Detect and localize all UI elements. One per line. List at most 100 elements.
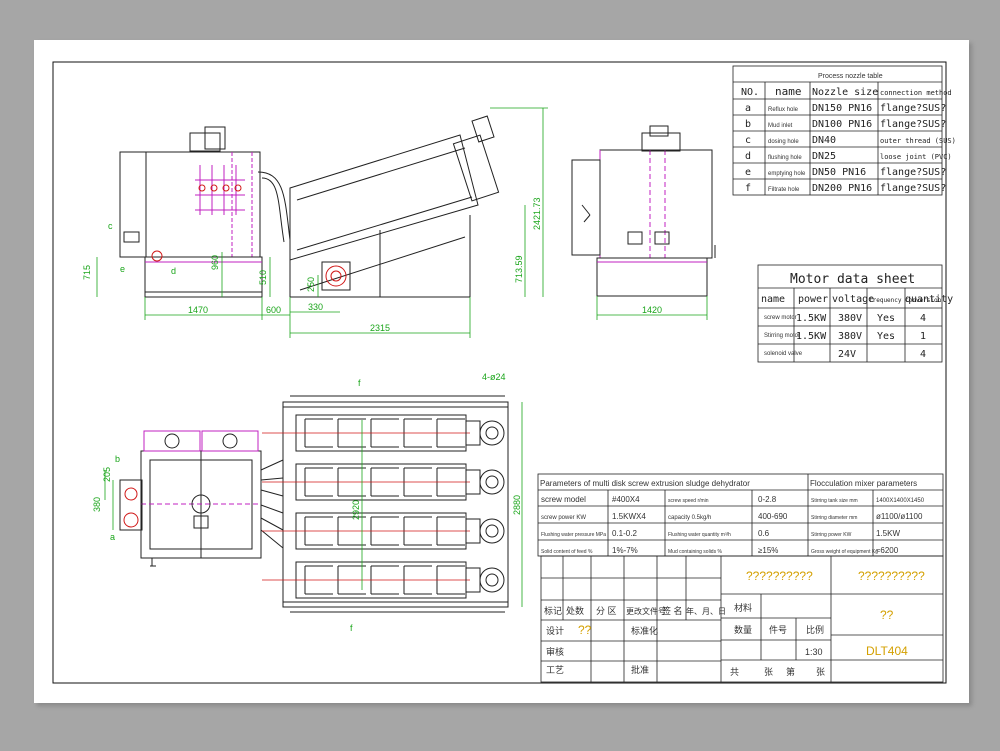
label-approve: 批准 xyxy=(631,664,649,675)
param-cell: 0.1-0.2 xyxy=(612,529,637,538)
screw-units xyxy=(262,414,505,599)
param-cell: ≈6200 xyxy=(876,546,899,555)
nozzle-row-connection: flange?SUS? xyxy=(880,103,946,114)
motor-row-name: screw motor xyxy=(764,315,797,321)
label-weight: 件号 xyxy=(769,624,787,635)
nozzle-header-3: connection method xyxy=(880,89,952,97)
motor-row-qty: 1 xyxy=(920,331,926,342)
motor-row-qty: 4 xyxy=(920,349,926,360)
label-sign: 签 名 xyxy=(662,605,683,616)
callout-a: a xyxy=(110,532,115,542)
title-unknown-1: ?????????? xyxy=(746,569,813,583)
nozzle-row-connection: loose joint (PVC) xyxy=(880,153,952,161)
nozzle-row-size: DN50 PN16 xyxy=(812,167,866,178)
dim-2421: 2421.73 xyxy=(532,197,542,230)
dim-1470: 1470 xyxy=(188,305,208,315)
motor-row-voltage: 380V xyxy=(838,313,862,324)
motor-row-freq: Yes xyxy=(877,313,895,324)
nozzle-row-size: DN200 PN16 xyxy=(812,183,872,194)
motor-row-power: 1.5KW xyxy=(796,331,827,342)
label-page: 第 xyxy=(786,666,795,677)
dim-1420: 1420 xyxy=(642,305,662,315)
param-cell: Flushing water pressure MPa xyxy=(541,532,606,538)
motor-row-freq: Yes xyxy=(877,331,895,342)
drawing-sheet: 715 960 510 250 2421.73 713.59 1470 600 … xyxy=(34,40,969,703)
param-cell: Stirring diameter mm xyxy=(811,515,857,521)
label-page2: 张 xyxy=(816,667,825,677)
param-cell: screw speed r/min xyxy=(668,498,709,504)
param-cell: ø1100/ø1100 xyxy=(876,512,923,521)
motor-header-4: quantity xyxy=(905,294,953,305)
callout-e: e xyxy=(120,264,125,274)
drawing-number: DLT404 xyxy=(866,644,908,658)
motor-row-power: 1.5KW xyxy=(796,313,827,324)
label-material: 材料 xyxy=(734,602,752,613)
motor-row-name: Stirring motor xyxy=(764,333,800,339)
screw-unit xyxy=(262,512,505,550)
dim-4x24: 4-ø24 xyxy=(482,372,506,382)
param-cell: 1400X1400X1450 xyxy=(876,498,925,504)
nozzle-row-no: e xyxy=(745,167,751,178)
nozzle-row-name: emptying hole xyxy=(768,171,806,177)
nozzle-row-connection: flange?SUS? xyxy=(880,167,946,178)
dim-715: 715 xyxy=(82,265,92,280)
end-view xyxy=(571,125,716,297)
motor-row-voltage: 380V xyxy=(838,331,862,342)
param-cell: Stirring tank size mm xyxy=(811,498,858,504)
mixing-tank xyxy=(119,151,261,258)
motor-row-qty: 4 xyxy=(920,313,926,324)
dim-960: 960 xyxy=(210,255,220,270)
param-cell: Flushing water quantity m³/h xyxy=(668,532,731,538)
label-ratio: 比例 xyxy=(806,624,824,635)
dim-330: 330 xyxy=(308,302,323,312)
param-cell: Solid content of feed % xyxy=(541,549,593,555)
callout-d: d xyxy=(171,266,176,276)
dim-2920: 2920 xyxy=(351,500,361,520)
label-date: 年、月、日 xyxy=(686,606,726,616)
side-view xyxy=(119,115,500,298)
dim-510: 510 xyxy=(258,270,268,285)
callout-b: b xyxy=(115,454,120,464)
nozzle-row-name: Filtrate hole xyxy=(768,187,800,193)
nozzle-row-name: dosing hole xyxy=(768,139,799,145)
label-qty: 数量 xyxy=(734,624,752,635)
dim-713: 713.59 xyxy=(514,255,524,283)
nozzle-row-name: Reflux hole xyxy=(768,107,799,113)
screw-unit xyxy=(262,414,505,452)
nozzle-row-no: a xyxy=(745,103,751,114)
screw-unit xyxy=(262,463,505,501)
callout-f-bottom: f xyxy=(350,623,353,633)
dim-2880: 2880 xyxy=(512,495,522,515)
nozzle-row-name: Mud inlet xyxy=(768,123,793,129)
screw-unit xyxy=(262,561,505,599)
nozzle-row-size: DN25 xyxy=(812,151,836,162)
nozzle-row-size: DN100 PN16 xyxy=(812,119,872,130)
dim-250: 250 xyxy=(306,277,316,292)
param-cell: screw model xyxy=(541,495,586,504)
param-cell: 400-690 xyxy=(758,512,788,521)
param-cell: 1.5KW xyxy=(876,529,900,538)
param-cell: screw power KW xyxy=(541,515,586,521)
callout-c: c xyxy=(108,221,113,231)
nozzle-row-name: flushing hole xyxy=(768,155,802,161)
motor-header-2: voltage xyxy=(832,294,874,305)
nozzle-header-1: name xyxy=(775,85,802,98)
end-view-tank xyxy=(599,149,713,259)
nozzle-header-2: Nozzle size xyxy=(812,87,878,98)
motor-header-1: power xyxy=(798,294,828,305)
param-cell: 0.6 xyxy=(758,529,770,538)
nozzle-header-0: NO. xyxy=(741,87,759,98)
nozzle-row-connection: outer thread (SUS) xyxy=(880,137,956,145)
nozzle-table-title: Process nozzle table xyxy=(818,73,883,80)
design-value: ?? xyxy=(578,623,592,637)
label-total: 共 xyxy=(730,667,739,677)
motor-header-0: name xyxy=(761,294,785,305)
param-title-left: Parameters of multi disk screw extrusion… xyxy=(540,479,750,488)
title-unknown-3: ?? xyxy=(880,608,894,622)
motor-row-name: solenoid valve xyxy=(764,351,803,357)
label-design: 设计 xyxy=(546,625,564,636)
param-cell: capacity 0.5kg/h xyxy=(668,515,711,521)
motor-table-text: Motor data sheetname power voltagefrequenc… xyxy=(761,272,953,360)
param-title-right: Flocculation mixer parameters xyxy=(810,479,917,488)
dim-600: 600 xyxy=(266,305,281,315)
